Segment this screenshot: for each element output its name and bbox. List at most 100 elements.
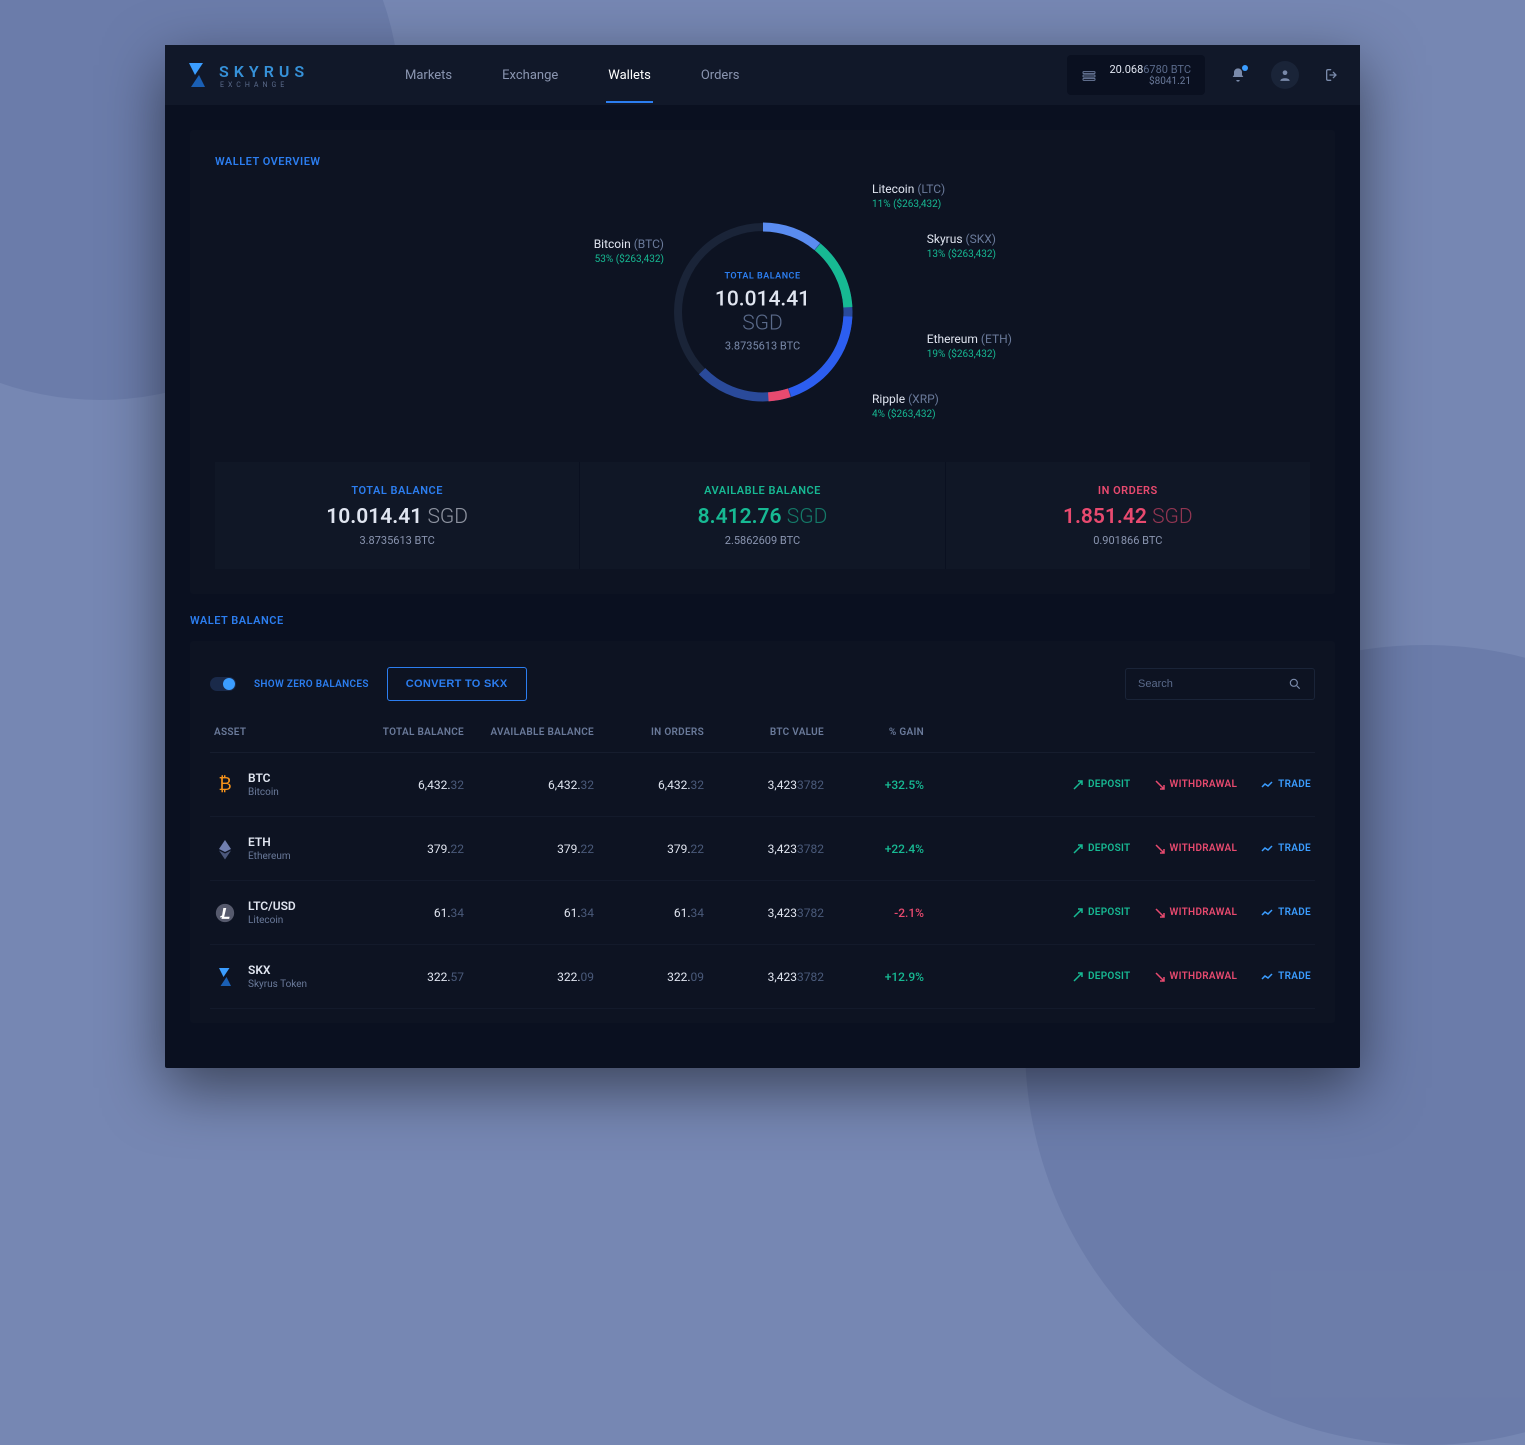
cell-total: 6,432.32 xyxy=(354,778,464,792)
cell-btc-value: 3,4233782 xyxy=(704,842,824,856)
deposit-button[interactable]: DEPOSIT xyxy=(1073,843,1131,854)
cell-btc-value: 3,4233782 xyxy=(704,778,824,792)
main-nav: MarketsExchangeWalletsOrders xyxy=(385,48,1067,103)
callout-ripple: Ripple (XRP) 4% ($263,432) xyxy=(872,392,939,420)
withdrawal-button[interactable]: WITHDRAWAL xyxy=(1155,907,1238,918)
header-balance-usd: $8041.21 xyxy=(1109,76,1191,87)
asset-symbol: LTC/USD xyxy=(248,899,296,913)
stat-label: AVAILABLE BALANCE xyxy=(590,484,934,497)
convert-button[interactable]: CONVERT TO SKX xyxy=(387,667,527,701)
nav-item-wallets[interactable]: Wallets xyxy=(588,48,671,103)
asset-cell: ETH Ethereum xyxy=(214,835,354,862)
zero-balances-toggle[interactable] xyxy=(210,677,236,691)
header-balance-major: 20.068 xyxy=(1109,63,1143,76)
wallet-icon xyxy=(1081,67,1097,83)
cell-in-orders: 322.09 xyxy=(594,970,704,984)
col-total: TOTAL BALANCE xyxy=(354,727,464,738)
stat-card: TOTAL BALANCE10.014.41 SGD3.8735613 BTC xyxy=(215,462,580,569)
overview-chart-area: TOTAL BALANCE 10.014.41 SGD 3.8735613 BT… xyxy=(215,182,1310,452)
wallet-balance-panel: SHOW ZERO BALANCES CONVERT TO SKX ASSET … xyxy=(190,641,1335,1023)
callout-bitcoin: Bitcoin (BTC) 53% ($263,432) xyxy=(594,237,664,265)
asset-name: Litecoin xyxy=(248,915,296,926)
search-icon xyxy=(1288,677,1302,691)
ethereum-icon xyxy=(214,838,236,860)
asset-symbol: ETH xyxy=(248,835,291,849)
withdrawal-button[interactable]: WITHDRAWAL xyxy=(1155,971,1238,982)
asset-name: Skyrus Token xyxy=(248,979,307,990)
trade-button[interactable]: TRADE xyxy=(1261,843,1311,854)
asset-symbol: BTC xyxy=(248,771,279,785)
litecoin-icon xyxy=(214,902,236,924)
col-btc-value: BTC VALUE xyxy=(704,727,824,738)
callout-ethereum: Ethereum (ETH) 19% ($263,432) xyxy=(927,332,1012,360)
asset-cell: ₿BTCBitcoin xyxy=(214,771,354,798)
cell-available: 61.34 xyxy=(464,906,594,920)
cell-btc-value: 3,4233782 xyxy=(704,906,824,920)
nav-item-exchange[interactable]: Exchange xyxy=(482,48,578,103)
cell-total: 61.34 xyxy=(354,906,464,920)
table-row: ETHEthereum379.22379.22379.223,4233782+2… xyxy=(210,817,1315,881)
header: SKYRUS EXCHANGE MarketsExchangeWalletsOr… xyxy=(165,45,1360,105)
trade-button[interactable]: TRADE xyxy=(1261,971,1311,982)
col-gain: % GAIN xyxy=(824,727,924,738)
deposit-button[interactable]: DEPOSIT xyxy=(1073,907,1131,918)
table-body: ₿BTCBitcoin6,432.326,432.326,432.323,423… xyxy=(210,753,1315,1009)
balance-toolbar: SHOW ZERO BALANCES CONVERT TO SKX xyxy=(210,655,1315,713)
logo[interactable]: SKYRUS EXCHANGE xyxy=(185,61,385,89)
asset-name: Ethereum xyxy=(248,851,291,862)
notifications-icon[interactable] xyxy=(1230,67,1246,83)
withdrawal-button[interactable]: WITHDRAWAL xyxy=(1155,843,1238,854)
stat-card: IN ORDERS 1.851.42 SGD 0.901866 BTC xyxy=(946,462,1310,569)
stat-value: 1.851.42 SGD xyxy=(956,505,1300,529)
callout-litecoin: Litecoin (LTC) 11% ($263,432) xyxy=(872,182,945,210)
cell-btc-value: 3,4233782 xyxy=(704,970,824,984)
notification-dot xyxy=(1242,65,1248,71)
table-row: ₿BTCBitcoin6,432.326,432.326,432.323,423… xyxy=(210,753,1315,817)
search-box[interactable] xyxy=(1125,668,1315,700)
bitcoin-icon: ₿ xyxy=(214,774,236,796)
trade-button[interactable]: TRADE xyxy=(1261,907,1311,918)
table-row: LTC/USDLitecoin61.3461.3461.343,4233782-… xyxy=(210,881,1315,945)
logout-icon[interactable] xyxy=(1324,67,1340,83)
deposit-button[interactable]: DEPOSIT xyxy=(1073,971,1131,982)
stat-value: 8.412.76 SGD xyxy=(590,505,934,529)
cell-gain: +32.5% xyxy=(824,778,924,792)
stat-sub: 0.901866 BTC xyxy=(956,534,1300,547)
withdrawal-button[interactable]: WITHDRAWAL xyxy=(1155,779,1238,790)
trade-button[interactable]: TRADE xyxy=(1261,779,1311,790)
donut-center-sub: 3.8735613 BTC xyxy=(693,340,833,353)
col-available: AVAILABLE BALANCE xyxy=(464,727,594,738)
cell-in-orders: 379.22 xyxy=(594,842,704,856)
cell-available: 379.22 xyxy=(464,842,594,856)
donut-center-currency: SGD xyxy=(742,312,783,336)
content: WALLET OVERVIEW xyxy=(165,105,1360,1068)
logo-text: SKYRUS xyxy=(219,62,309,81)
stat-card: AVAILABLE BALANCE 8.412.76 SGD 2.5862609 B… xyxy=(580,462,945,569)
table-header: ASSET TOTAL BALANCE AVAILABLE BALANCE IN… xyxy=(210,713,1315,753)
cell-total: 379.22 xyxy=(354,842,464,856)
balance-title: WALET BALANCE xyxy=(190,614,1335,627)
user-avatar-icon[interactable] xyxy=(1271,61,1299,89)
donut-chart: TOTAL BALANCE 10.014.41 SGD 3.8735613 BT… xyxy=(663,212,863,412)
deposit-button[interactable]: DEPOSIT xyxy=(1073,779,1131,790)
nav-item-orders[interactable]: Orders xyxy=(681,48,760,103)
cell-total: 322.57 xyxy=(354,970,464,984)
stat-value: 10.014.41 SGD xyxy=(225,505,569,529)
cell-gain: +22.4% xyxy=(824,842,924,856)
donut-center-label: TOTAL BALANCE xyxy=(693,272,833,282)
row-actions: DEPOSIT WITHDRAWAL TRADE xyxy=(924,971,1311,982)
cell-available: 6,432.32 xyxy=(464,778,594,792)
logo-mark-icon xyxy=(185,61,209,89)
cell-in-orders: 6,432.32 xyxy=(594,778,704,792)
search-input[interactable] xyxy=(1138,678,1288,690)
row-actions: DEPOSIT WITHDRAWAL TRADE xyxy=(924,779,1311,790)
header-balance-pill[interactable]: 20.0686780 BTC $8041.21 xyxy=(1067,55,1205,95)
stat-sub: 3.8735613 BTC xyxy=(225,534,569,547)
nav-item-markets[interactable]: Markets xyxy=(385,48,472,103)
stat-label: IN ORDERS xyxy=(956,484,1300,497)
cell-gain: -2.1% xyxy=(824,906,924,920)
col-asset: ASSET xyxy=(214,727,354,738)
row-actions: DEPOSIT WITHDRAWAL TRADE xyxy=(924,843,1311,854)
app-window: SKYRUS EXCHANGE MarketsExchangeWalletsOr… xyxy=(165,45,1360,1068)
stat-sub: 2.5862609 BTC xyxy=(590,534,934,547)
